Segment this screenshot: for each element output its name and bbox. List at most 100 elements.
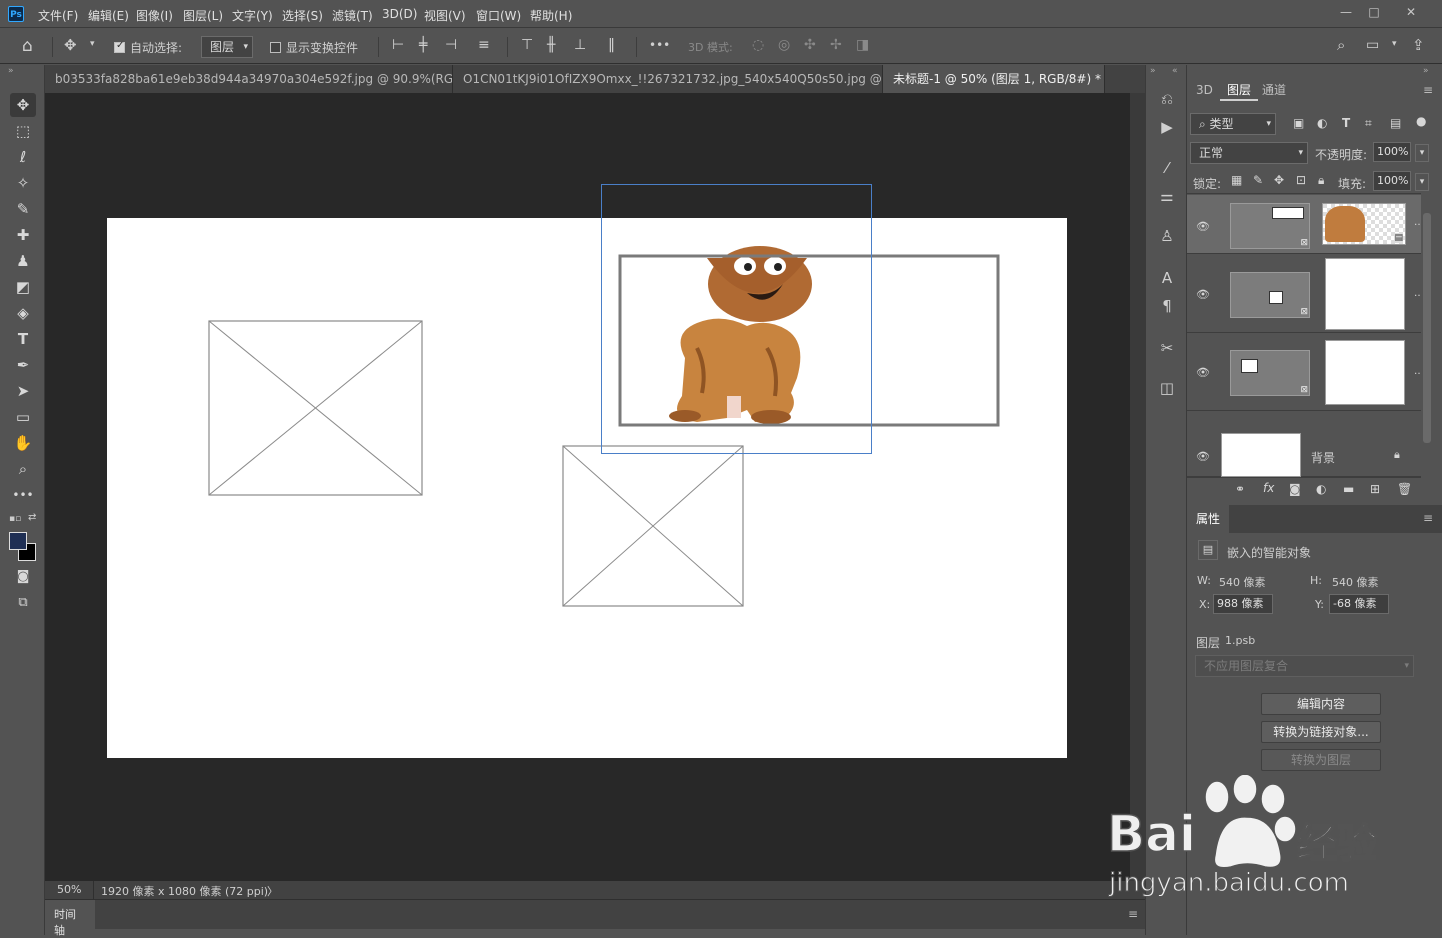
align-hcenter-icon[interactable]: ╪	[419, 37, 427, 53]
search-icon[interactable]: ⌕	[1337, 36, 1345, 54]
menu-3d[interactable]: 3D(D)	[382, 7, 417, 21]
tab-layers[interactable]: 图层	[1220, 79, 1259, 101]
status-menu-arrow[interactable]: 〉	[267, 883, 278, 899]
menu-type[interactable]: 文字(Y)	[232, 7, 273, 24]
healing-brush-icon[interactable]: ✚	[10, 223, 36, 247]
brush-settings-icon[interactable]: ⁄	[1156, 157, 1178, 179]
clone-source-icon[interactable]: ♙	[1156, 225, 1178, 247]
document-canvas[interactable]	[107, 218, 1067, 758]
layer-comp-dropdown[interactable]: 不应用图层复合 ▾	[1195, 655, 1414, 677]
tab-document-3[interactable]: 未标题-1 @ 50% (图层 1, RGB/8#) *×	[883, 65, 1105, 93]
width-value[interactable]: 540 像素	[1219, 574, 1266, 590]
marquee-tool-icon[interactable]: ⬚	[10, 119, 36, 143]
visibility-eye-icon[interactable]: 👁︎	[1196, 450, 1210, 463]
pen-tool-icon[interactable]: ✒	[10, 353, 36, 377]
type-tool-icon[interactable]: T	[10, 327, 36, 351]
more-options-button[interactable]: •••	[649, 38, 670, 52]
height-value[interactable]: 540 像素	[1332, 574, 1379, 590]
opacity-input[interactable]: 100%	[1373, 142, 1411, 162]
align-right-icon[interactable]: ⊣	[445, 37, 457, 53]
auto-select-checkbox[interactable]: 自动选择:	[114, 39, 182, 56]
panel-menu-icon[interactable]: ≡	[1423, 511, 1433, 525]
transform-bounding-box[interactable]	[601, 184, 872, 454]
layer-row-background[interactable]: 👁︎ 背景 🔒︎	[1187, 411, 1421, 477]
align-vcenter-icon[interactable]: ╫	[547, 37, 555, 53]
filter-shape-icon[interactable]: ⌗	[1365, 116, 1372, 131]
actions-play-icon[interactable]: ▶	[1156, 116, 1178, 138]
menu-file[interactable]: 文件(F)	[38, 7, 78, 24]
visibility-eye-icon[interactable]: 👁︎	[1196, 288, 1210, 301]
convert-to-layers-button[interactable]: 转换为图层	[1261, 749, 1381, 771]
blend-mode-dropdown[interactable]: 正常 ▾	[1190, 142, 1308, 164]
chevron-down-icon[interactable]: ▾	[1415, 144, 1429, 162]
menu-help[interactable]: 帮助(H)	[530, 7, 572, 24]
quick-mask-icon[interactable]: ◙	[10, 565, 36, 589]
filter-adjustment-icon[interactable]: ◐	[1317, 116, 1327, 130]
lock-transparent-icon[interactable]: ▦	[1231, 173, 1242, 187]
libraries-icon[interactable]: ◫	[1156, 377, 1178, 399]
move-tool-icon[interactable]: ✥	[10, 93, 36, 117]
tab-document-2[interactable]: O1CN01tKJ9i01OfIZX9Omxx_!!267321732.jpg_…	[453, 65, 883, 93]
fx-icon[interactable]: fx	[1263, 481, 1274, 495]
eyedropper-icon[interactable]: ✎	[10, 197, 36, 221]
chevron-down-icon[interactable]: ▾	[90, 39, 95, 49]
default-colors-icon[interactable]: ▪▫	[9, 514, 21, 524]
filter-smartobject-icon[interactable]: ▤	[1390, 116, 1401, 130]
align-top-icon[interactable]: ⊤	[521, 37, 533, 53]
share-icon[interactable]: ⇪	[1412, 36, 1425, 54]
home-icon[interactable]: ⌂	[22, 36, 33, 56]
paint-bucket-icon[interactable]: ◈	[10, 301, 36, 325]
expand-icon[interactable]: «	[1172, 66, 1178, 76]
adjustments-icon[interactable]: ⚌	[1156, 185, 1178, 207]
filter-pixel-icon[interactable]: ▣	[1293, 116, 1304, 130]
character-icon[interactable]: A	[1156, 267, 1178, 289]
screen-mode-icon[interactable]: ⧉	[10, 591, 36, 615]
swap-colors-icon[interactable]: ⇄	[28, 512, 36, 523]
image-frame-placeholder[interactable]	[562, 445, 744, 607]
layer-filter-dropdown[interactable]: ⌕ 类型 ▾	[1190, 113, 1276, 135]
close-window-button[interactable]: ✕	[1400, 4, 1422, 20]
layer-name[interactable]: 背景	[1311, 449, 1335, 466]
layers-scrollbar[interactable]	[1423, 213, 1431, 443]
lock-move-icon[interactable]: ✥	[1274, 173, 1284, 187]
minimize-button[interactable]: —	[1335, 4, 1357, 20]
zoom-level[interactable]: 50%	[57, 883, 81, 896]
hand-tool-icon[interactable]: ✋	[10, 431, 36, 455]
trash-icon[interactable]: 🗑︎	[1397, 482, 1412, 496]
align-bottom-icon[interactable]: ⊥	[574, 37, 586, 53]
menu-filter[interactable]: 滤镜(T)	[332, 7, 373, 24]
y-input[interactable]: -68 像素	[1329, 594, 1389, 614]
foreground-color-swatch[interactable]	[9, 532, 27, 550]
vertical-scrollbar[interactable]	[1130, 93, 1145, 881]
collapse-icon[interactable]: »	[8, 66, 14, 76]
move-tool-icon[interactable]: ✥	[64, 36, 77, 54]
panel-menu-icon[interactable]: ≡	[1423, 83, 1433, 97]
tab-3d[interactable]: 3D	[1189, 79, 1220, 101]
layer-row[interactable]: 👁︎ ⊠ ‥	[1187, 333, 1421, 411]
magic-wand-icon[interactable]: ✧	[10, 171, 36, 195]
folder-icon[interactable]: ▬	[1343, 482, 1354, 496]
path-select-icon[interactable]: ➤	[10, 379, 36, 403]
mask-icon[interactable]: ◙	[1289, 482, 1301, 496]
workspace-icon[interactable]: ▭	[1366, 37, 1379, 53]
3d-camera-icon[interactable]: ◨	[856, 37, 869, 53]
link-icon[interactable]: ⚭	[1235, 482, 1245, 496]
image-frame-placeholder[interactable]	[208, 320, 423, 496]
3d-slide-icon[interactable]: ✢	[830, 37, 842, 53]
lasso-tool-icon[interactable]: ℓ	[10, 145, 36, 169]
tab-channels[interactable]: 通道	[1255, 79, 1293, 101]
lock-paint-icon[interactable]: ✎	[1253, 173, 1263, 187]
visibility-eye-icon[interactable]: 👁︎	[1196, 366, 1210, 379]
filter-type-icon[interactable]: T	[1342, 116, 1350, 130]
tools-preset-icon[interactable]: ✂	[1156, 337, 1178, 359]
3d-roll-icon[interactable]: ◎	[778, 37, 790, 53]
history-icon[interactable]: ⎌	[1156, 88, 1178, 110]
menu-layer[interactable]: 图层(L)	[183, 7, 223, 24]
collapse-icon[interactable]: »	[1150, 66, 1156, 76]
menu-edit[interactable]: 编辑(E)	[88, 7, 129, 24]
distribute-icon[interactable]: ≡	[478, 37, 490, 53]
3d-pan-icon[interactable]: ✣	[804, 37, 816, 53]
stamp-tool-icon[interactable]: ♟	[10, 249, 36, 273]
filter-toggle-icon[interactable]: ●	[1416, 114, 1426, 128]
convert-to-linked-button[interactable]: 转换为链接对象...	[1261, 721, 1381, 743]
